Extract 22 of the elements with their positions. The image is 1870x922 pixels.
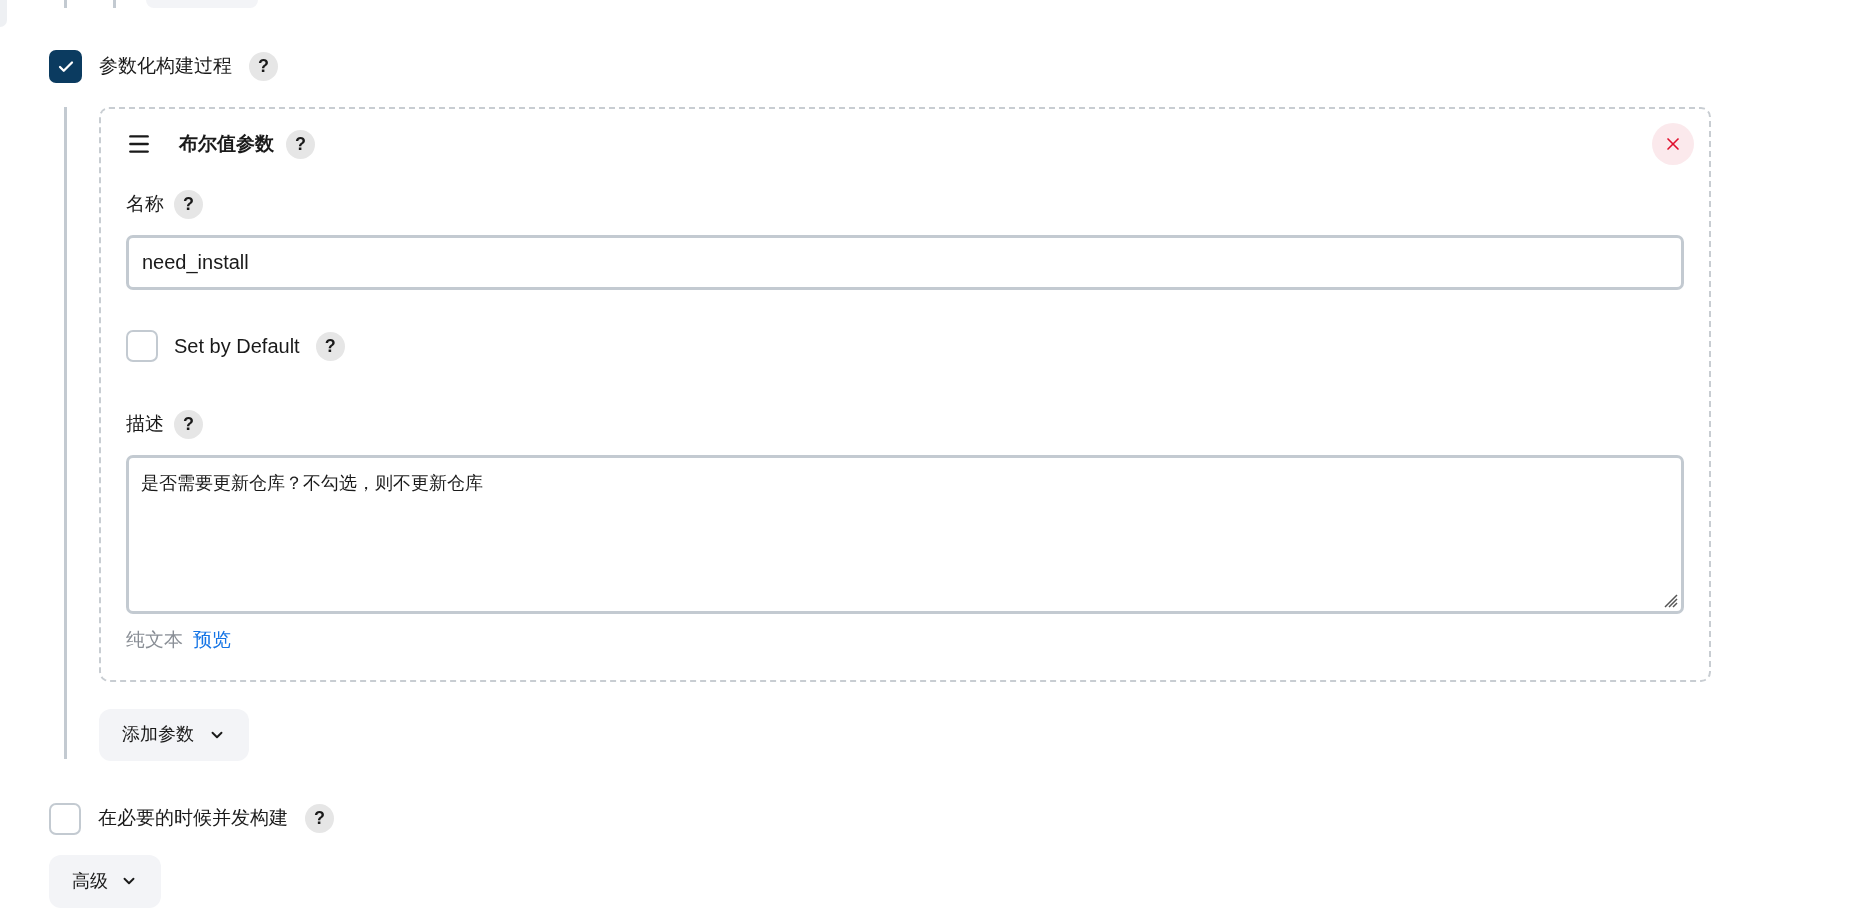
help-button[interactable]: ? [249, 52, 278, 81]
checkbox-label: 参数化构建过程 [99, 54, 232, 79]
help-button[interactable]: ? [305, 804, 334, 833]
text-area[interactable]: 是否需要更新仓库？不勾选，则不更新仓库 [126, 455, 1684, 614]
help-button[interactable]: ? [174, 190, 203, 219]
format-link[interactable]: 预览 [193, 626, 231, 655]
input-field[interactable]: need_install [126, 235, 1684, 290]
close-button[interactable] [1652, 123, 1694, 165]
checkbox-label: Set by Default [174, 334, 300, 359]
help-button[interactable]: ? [174, 410, 203, 439]
help-button[interactable]: ? [286, 129, 315, 159]
field-label: 名称 [126, 192, 164, 217]
advanced-button[interactable]: 高级 [49, 854, 161, 908]
field-label: 描述 [126, 412, 164, 437]
checkbox[interactable] [49, 802, 81, 835]
help-button[interactable]: ? [315, 331, 345, 361]
checkbox[interactable] [49, 50, 82, 83]
parameter-title: 布尔值参数 [179, 131, 274, 156]
checkbox[interactable] [126, 330, 158, 362]
checkbox-label: 在必要的时候并发构建 [98, 806, 288, 831]
add-parameter-button[interactable]: 添加参数 [99, 708, 249, 761]
resize-grip-icon [1662, 592, 1678, 608]
